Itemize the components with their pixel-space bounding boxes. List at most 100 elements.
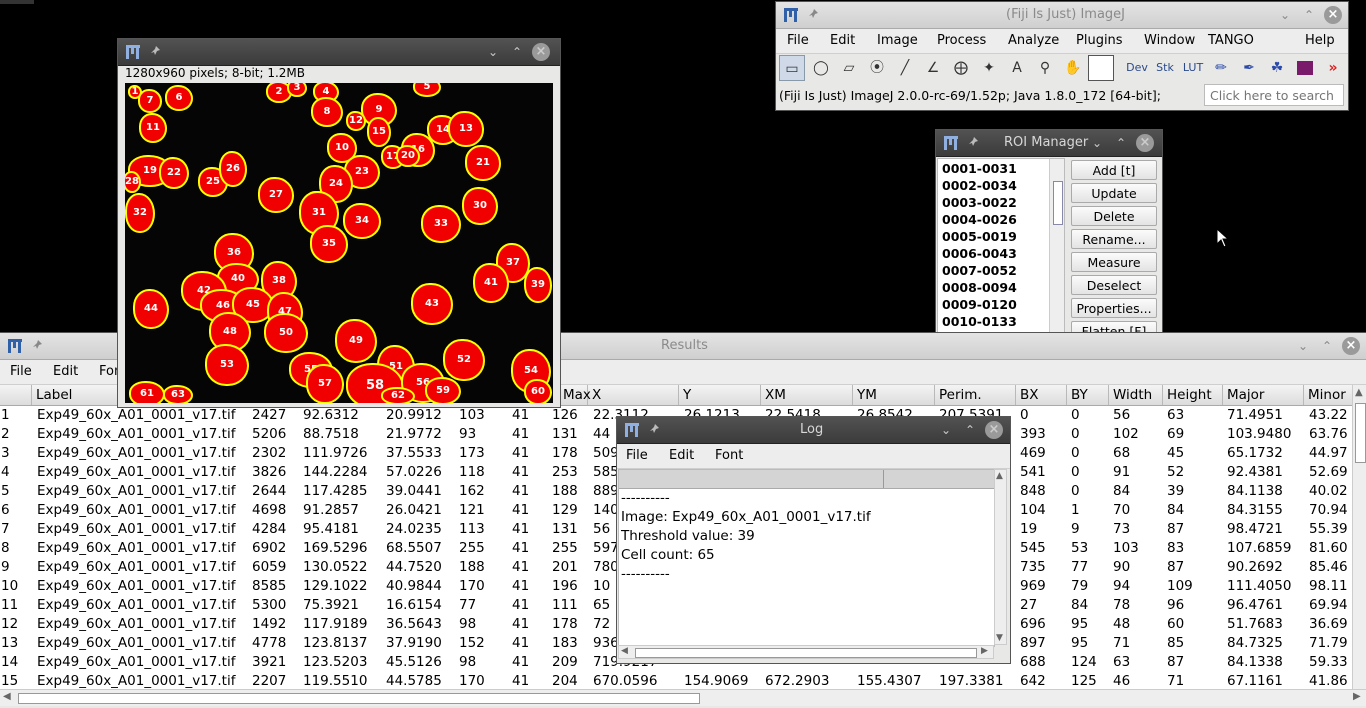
menu-file[interactable]: File — [626, 444, 648, 468]
minimize-icon[interactable]: ⌄ — [1294, 337, 1312, 355]
stk-tool[interactable]: Stk — [1152, 55, 1178, 81]
minimize-icon[interactable]: ⌄ — [484, 43, 502, 61]
table-row[interactable]: 15 Exp49_60x_A01_0001_v17.tif 2207 119.5510… — [0, 672, 1352, 689]
roi-list-item[interactable]: 0002-0034 — [942, 177, 1017, 194]
measure-button[interactable]: Measure — [1071, 252, 1157, 272]
roi-list-scrollbar[interactable] — [1049, 159, 1064, 332]
dev-tool[interactable]: Dev — [1124, 55, 1150, 81]
roi-list-item[interactable]: 0006-0043 — [942, 245, 1017, 262]
maximize-icon[interactable]: ⌃ — [961, 421, 979, 439]
more-tools-icon[interactable]: » — [1320, 55, 1346, 81]
menu-file[interactable]: File — [787, 29, 809, 53]
magnifier-tool-icon[interactable]: ⚲ — [1032, 55, 1058, 81]
roi-list-item[interactable]: 0010-0133 — [942, 313, 1017, 330]
minimize-icon[interactable]: ⌄ — [1088, 134, 1106, 152]
deselect-button[interactable]: Deselect — [1071, 275, 1157, 295]
column-header[interactable]: X — [588, 385, 679, 405]
maximize-icon[interactable]: ⌃ — [1112, 134, 1130, 152]
roi-list-item[interactable]: 0008-0094 — [942, 279, 1017, 296]
imagej-titlebar[interactable]: (Fiji Is Just) ImageJ ⌄ ⌃ × — [776, 2, 1348, 29]
pin-icon[interactable] — [150, 45, 162, 57]
scroll-thumb[interactable] — [1355, 403, 1366, 463]
roi-list-item[interactable]: 0001-0031 — [942, 160, 1017, 177]
roi-list-item[interactable]: 0009-0120 — [942, 296, 1017, 313]
roi-list-item[interactable]: 0003-0022 — [942, 194, 1017, 211]
polygon-tool-icon[interactable]: ▱ — [836, 55, 862, 81]
maximize-icon[interactable]: ⌃ — [1300, 6, 1318, 24]
scroll-thumb[interactable] — [635, 648, 977, 658]
menu-plugins[interactable]: Plugins — [1076, 29, 1123, 53]
line-tool-icon[interactable]: ╱ — [892, 55, 918, 81]
column-header[interactable]: BX — [1016, 385, 1067, 405]
log-horizontal-scrollbar[interactable]: ◀ ▶ — [618, 645, 994, 659]
lut-tool[interactable]: LUT — [1180, 55, 1206, 81]
menu-image[interactable]: Image — [877, 29, 918, 53]
point-tool-icon[interactable]: ⨁ — [948, 55, 974, 81]
flatten-button[interactable]: Flatten [F] — [1071, 321, 1157, 332]
flood-fill-tool-icon[interactable]: ☘ — [1264, 55, 1290, 81]
menu-font[interactable]: Font — [715, 444, 743, 468]
column-header[interactable] — [0, 385, 32, 405]
search-input[interactable] — [1204, 84, 1344, 106]
results-horizontal-scrollbar[interactable]: ◀ ▶ — [0, 689, 1366, 706]
roi-list-item[interactable]: 0005-0019 — [942, 228, 1017, 245]
column-header[interactable]: Width — [1109, 385, 1163, 405]
menu-edit[interactable]: Edit — [830, 29, 855, 53]
log-titlebar[interactable]: Log ⌄ ⌃ × — [617, 417, 1010, 444]
menu-help[interactable]: Help — [1305, 29, 1335, 53]
pin-icon[interactable] — [968, 136, 980, 148]
brush-tool-icon[interactable]: ✒ — [1236, 55, 1262, 81]
rename-button[interactable]: Rename... — [1071, 229, 1157, 249]
menu-edit[interactable]: Edit — [53, 360, 78, 384]
column-header[interactable]: Height — [1163, 385, 1223, 405]
close-icon[interactable]: × — [1136, 134, 1154, 152]
maximize-icon[interactable]: ⌃ — [508, 43, 526, 61]
scroll-up-icon[interactable]: ▲ — [996, 471, 1003, 481]
scroll-thumb[interactable] — [18, 693, 700, 704]
menu-file[interactable]: File — [10, 360, 32, 384]
scroll-left-icon[interactable]: ◀ — [3, 691, 11, 702]
hand-tool-icon[interactable]: ✋ — [1060, 55, 1086, 81]
maximize-icon[interactable]: ⌃ — [1318, 337, 1336, 355]
text-tool-icon[interactable]: A — [1004, 55, 1030, 81]
add-roi-button[interactable]: Add [t] — [1071, 160, 1157, 180]
scroll-down-icon[interactable]: ▼ — [996, 633, 1003, 643]
column-header[interactable]: Perim. — [935, 385, 1016, 405]
minimize-icon[interactable]: ⌄ — [1276, 6, 1294, 24]
oval-tool-icon[interactable]: ◯ — [808, 55, 834, 81]
pencil-tool-icon[interactable]: ✏ — [1208, 55, 1234, 81]
image-canvas[interactable]: 1762345811912151413101617202119222526232… — [125, 83, 553, 403]
column-header[interactable]: Major — [1223, 385, 1304, 405]
scroll-thumb[interactable] — [1053, 181, 1063, 225]
log-vertical-scrollbar[interactable]: ▲ ▼ — [994, 469, 1007, 645]
pin-icon[interactable] — [649, 423, 661, 435]
results-vertical-scrollbar[interactable]: ▲ — [1352, 385, 1366, 689]
close-icon[interactable]: × — [1324, 6, 1342, 24]
close-icon[interactable]: × — [532, 43, 550, 61]
menu-tango[interactable]: TANGO — [1208, 29, 1254, 53]
pin-icon[interactable] — [32, 339, 44, 351]
close-icon[interactable]: × — [985, 421, 1003, 439]
roi-manager-titlebar[interactable]: ROI Manager ⌄ ⌃ × — [936, 130, 1162, 157]
scroll-left-icon[interactable]: ◀ — [621, 646, 628, 656]
roi-list-item[interactable]: 0007-0052 — [942, 262, 1017, 279]
wand-tool-icon[interactable]: ✦ — [976, 55, 1002, 81]
column-header[interactable]: XM — [761, 385, 853, 405]
pin-icon[interactable] — [808, 8, 820, 20]
scroll-up-icon[interactable]: ▲ — [1355, 387, 1363, 398]
minimize-icon[interactable]: ⌄ — [937, 421, 955, 439]
menu-process[interactable]: Process — [937, 29, 986, 53]
column-header[interactable]: BY — [1067, 385, 1109, 405]
close-icon[interactable]: × — [1342, 337, 1360, 355]
delete-button[interactable]: Delete — [1071, 206, 1157, 226]
roi-list[interactable]: 0001-0031 0002-0034 0003-0022 0004-0026 … — [937, 158, 1065, 332]
scroll-right-icon[interactable]: ▶ — [1353, 691, 1361, 702]
properties-button[interactable]: Properties... — [1071, 298, 1157, 318]
menu-window[interactable]: Window — [1144, 29, 1195, 53]
scroll-right-icon[interactable]: ▶ — [981, 646, 988, 656]
log-text-area[interactable]: ---------- Image: Exp49_60x_A01_0001_v17… — [618, 469, 995, 647]
menu-edit[interactable]: Edit — [669, 444, 694, 468]
roi-list-item[interactable]: 0004-0026 — [942, 211, 1017, 228]
image-titlebar[interactable]: ⌄ ⌃ × — [118, 39, 560, 66]
column-header[interactable]: Minor — [1304, 385, 1352, 405]
